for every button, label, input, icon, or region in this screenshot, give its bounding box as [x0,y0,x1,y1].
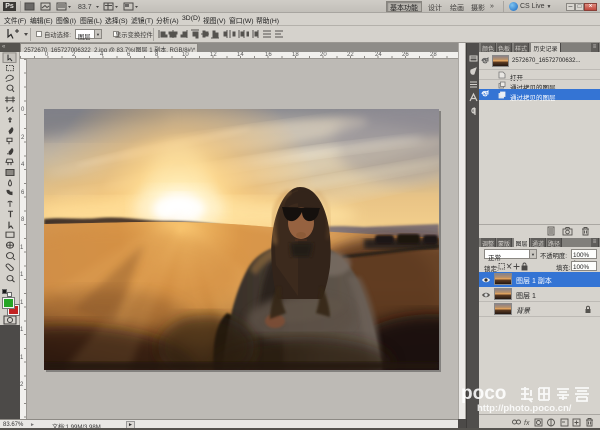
svg-text:fx: fx [524,420,530,427]
svg-text:83.7: 83.7 [78,4,92,11]
